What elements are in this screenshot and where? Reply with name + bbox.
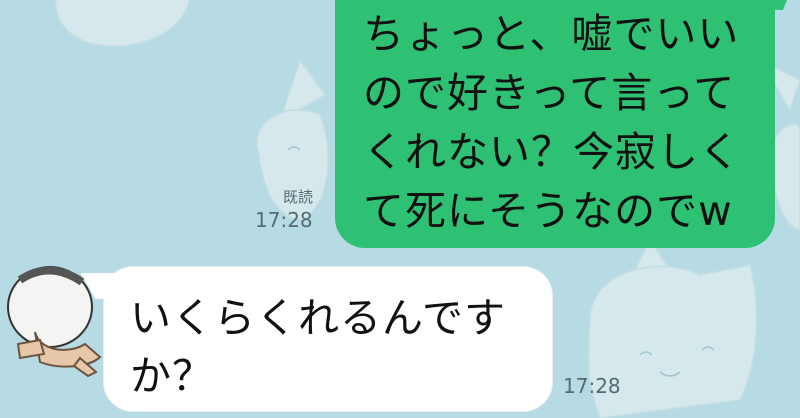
- incoming-message-bubble[interactable]: いくらくれるんですか？: [80, 266, 553, 412]
- ball-creature-avatar-icon[interactable]: [0, 262, 110, 382]
- incoming-message-text: いくらくれるんですか？: [130, 294, 506, 400]
- outgoing-message-bubble[interactable]: ちょっと、嘘でいいので好きって言ってくれない？今寂しくて死にそうなのでw: [335, 0, 796, 248]
- outgoing-timestamp: 17:28: [255, 208, 313, 232]
- incoming-timestamp: 17:28: [563, 374, 621, 398]
- read-receipt: 既読: [283, 188, 314, 206]
- outgoing-message-text: ちょっと、嘘でいいので好きって言ってくれない？今寂しくて死にそうなのでw: [363, 10, 741, 235]
